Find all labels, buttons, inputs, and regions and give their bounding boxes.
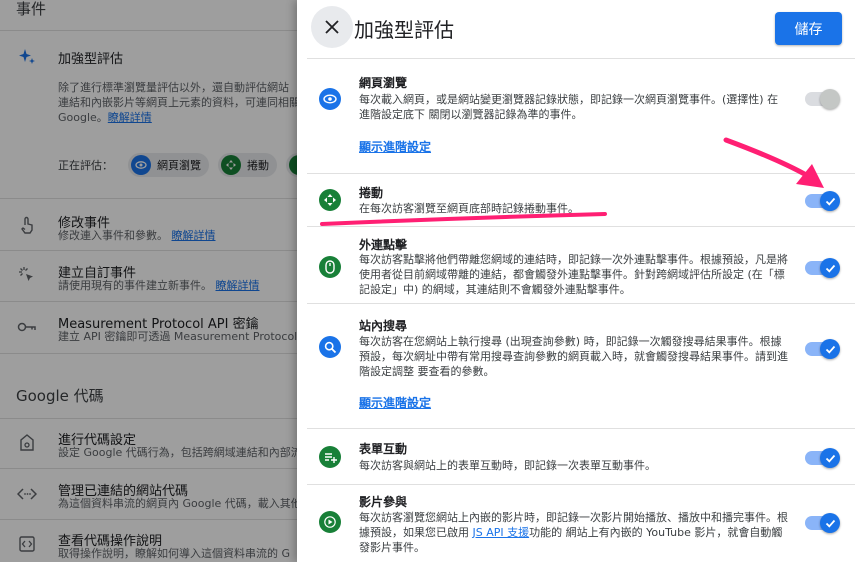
site-search-desc: 每次訪客在您網站上執行搜尋 (出現查詢參數) 時，即記錄一次觸發搜尋結果事件。根… bbox=[359, 335, 788, 378]
drawer-header: 加強型評估 儲存 bbox=[297, 0, 855, 58]
close-button[interactable] bbox=[311, 6, 353, 48]
video-engagement-toggle[interactable] bbox=[805, 513, 840, 533]
scroll-desc: 在每次訪客瀏覽至網頁底部時記錄捲動事件。 bbox=[359, 202, 579, 215]
form-interactions-title: 表單互動 bbox=[359, 442, 408, 456]
outbound-clicks-toggle[interactable] bbox=[805, 258, 840, 278]
scroll-title: 捲動 bbox=[359, 186, 384, 200]
js-api-support-link[interactable]: JS API 支援 bbox=[473, 526, 530, 539]
toggle-knob bbox=[820, 89, 840, 109]
check-icon bbox=[825, 264, 835, 273]
check-icon bbox=[825, 519, 835, 528]
page-view-title: 網頁瀏覽 bbox=[359, 76, 408, 90]
outbound-clicks-desc: 每次訪客點擊將他們帶離您網域的連結時，即記錄一次外連點擊事件。根據預設，凡是將使… bbox=[359, 253, 788, 296]
search-icon bbox=[319, 336, 341, 358]
form-interactions-toggle[interactable] bbox=[805, 448, 840, 468]
video-engagement-desc: 每次訪客瀏覽您網站上內嵌的影片時，即記錄一次影片開始播放、播放中和播完事件。根據… bbox=[359, 511, 788, 554]
scroll-icon bbox=[319, 189, 341, 211]
page-view-eye-icon bbox=[319, 88, 341, 110]
page-view-advanced-settings-link[interactable]: 顯示進階設定 bbox=[359, 138, 431, 155]
enhanced-measurement-drawer: 加強型評估 儲存 網頁瀏覽 每次載入網頁，或是網站變更瀏覽器記錄狀態，即記錄一次… bbox=[297, 0, 855, 562]
toggle-knob bbox=[820, 258, 840, 278]
toggle-knob bbox=[820, 448, 840, 468]
toggle-knob bbox=[820, 191, 840, 211]
outbound-clicks-title: 外連點擊 bbox=[359, 238, 408, 252]
check-icon bbox=[825, 454, 835, 463]
page-view-desc: 每次載入網頁，或是網站變更瀏覽器記錄狀態，即記錄一次網頁瀏覽事件。(選擇性) 在… bbox=[359, 93, 779, 121]
check-icon bbox=[825, 345, 835, 354]
video-engagement-title: 影片參與 bbox=[359, 495, 408, 509]
save-button[interactable]: 儲存 bbox=[775, 12, 842, 45]
site-search-toggle[interactable] bbox=[805, 339, 840, 359]
modal-scrim[interactable] bbox=[0, 0, 300, 562]
mouse-icon bbox=[319, 256, 341, 278]
scroll-toggle[interactable] bbox=[805, 191, 840, 211]
close-icon bbox=[325, 20, 339, 34]
site-search-advanced-settings-link[interactable]: 顯示進階設定 bbox=[359, 394, 431, 411]
site-search-title: 站內搜尋 bbox=[359, 319, 408, 333]
play-icon bbox=[319, 511, 341, 533]
check-icon bbox=[825, 197, 835, 206]
toggle-knob bbox=[820, 339, 840, 359]
drawer-title: 加強型評估 bbox=[354, 18, 454, 42]
form-interactions-desc: 每次訪客與網站上的表單互動時，即記錄一次表單互動事件。 bbox=[359, 459, 656, 472]
form-add-icon bbox=[319, 446, 341, 468]
toggle-knob bbox=[820, 513, 840, 533]
page-view-toggle[interactable] bbox=[805, 89, 840, 109]
